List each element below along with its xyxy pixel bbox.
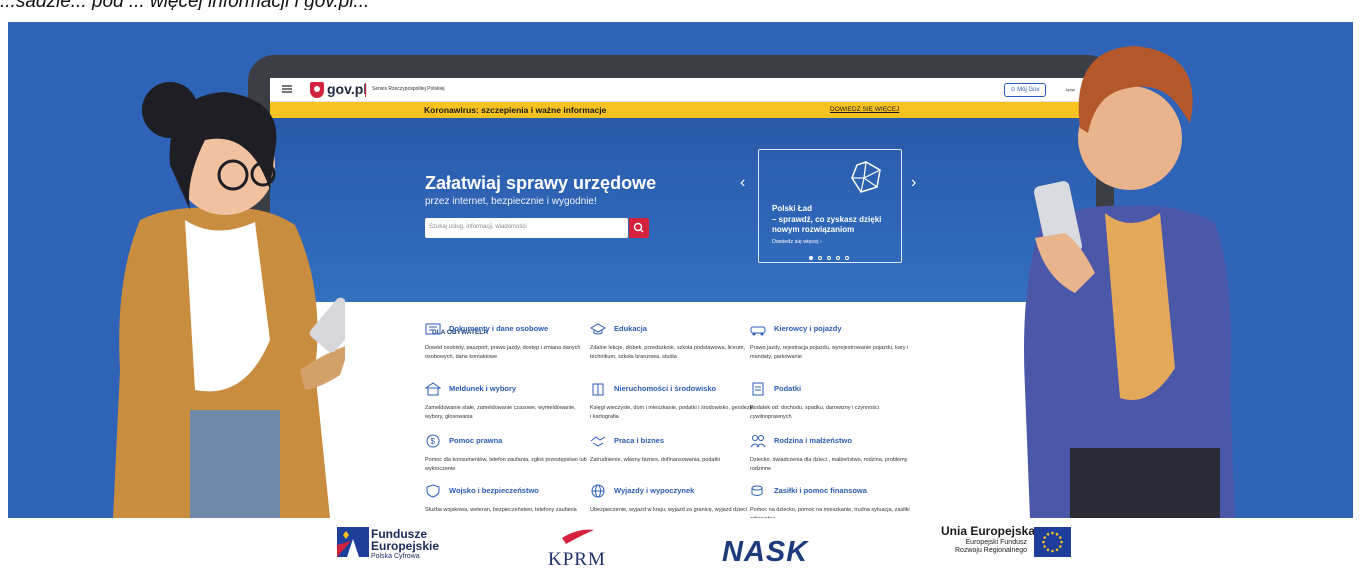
category-description: Dowód osobisty, paszport, prawo jazdy, d… [425, 345, 581, 360]
category-title[interactable]: Nieruchomości i środowisko [614, 384, 716, 393]
carousel-dot[interactable] [827, 256, 831, 260]
search-placeholder: Szukaj usług, informacji, wiadomości [429, 224, 527, 230]
category-description: Zatrudnienie, własny biznes, dofinansowa… [590, 457, 720, 463]
category-title[interactable]: Praca i biznes [614, 436, 664, 445]
category-title[interactable]: Wojsko i bezpieczeństwo [449, 486, 539, 495]
ue-subtitle: Europejski Fundusz Rozwoju Regionalnego [932, 539, 1027, 555]
footer-logos: Fundusze Europejskie Polska Cyfrowa KPRM… [0, 518, 1361, 570]
category-title[interactable]: Wyjazdy i wypoczynek [614, 486, 694, 495]
fe-title-line-2: Europejskie [371, 539, 440, 553]
carousel-dot[interactable] [809, 256, 813, 260]
promo-card[interactable]: Polski Ład – sprawdź, co zyskasz dzięki … [758, 149, 902, 263]
category-description: Księgi wieczyste, dom i mieszkanie, poda… [590, 405, 754, 420]
carousel-dot[interactable] [818, 256, 822, 260]
globe-icon [591, 484, 605, 498]
category-description: Dziecko, świadczenia dla dzieci , małżeń… [750, 457, 908, 472]
hero-subtitle: przez internet, bezpiecznie i wygodnie! [425, 196, 597, 207]
site-header: gov.pl Serwis Rzeczypospolitej Polskiej … [270, 78, 1096, 102]
category-description: Zameldowanie stałe, zameldowanie czasowe… [425, 405, 576, 420]
search-icon [633, 222, 644, 233]
category-title[interactable]: Kierowcy i pojazdy [774, 324, 842, 333]
carousel-dot[interactable] [845, 256, 849, 260]
category-description: Pomoc dla konsumentów, telefon zaufania,… [425, 457, 587, 472]
covid-banner: Koronawirus: szczepienia i ważne informa… [270, 102, 1096, 118]
fe-title: Fundusze Europejskie [371, 528, 439, 552]
kprm-logo: KPRM [548, 549, 606, 570]
document-icon [425, 323, 441, 335]
money-icon: $ [426, 434, 440, 448]
carousel-dots [809, 256, 849, 260]
category-title[interactable]: Edukacja [614, 324, 647, 333]
man-illustration [1024, 46, 1235, 518]
covid-banner-text: Koronawirus: szczepienia i ważne informa… [424, 105, 607, 115]
coins-icon [751, 485, 763, 496]
service-label: Serwis Rzeczypospolitej Polskiej [372, 86, 445, 92]
ue-subtitle-line-1: Europejski Fundusz [965, 539, 1027, 546]
carousel-next-icon[interactable]: › [911, 174, 916, 192]
govpl-homepage: gov.pl Serwis Rzeczypospolitej Polskiej … [270, 78, 1096, 518]
eu-flag-icon [1034, 527, 1071, 557]
ue-subtitle-line-2: Rozwoju Regionalnego [955, 547, 1027, 554]
search-input[interactable]: Szukaj usług, informacji, wiadomości [425, 218, 628, 238]
handshake-icon [590, 436, 606, 447]
category-description: Pomoc na dziecko, pomoc na mieszkanie, t… [750, 507, 910, 518]
category-title[interactable]: Dokumenty i dane osobowe [449, 324, 548, 333]
category-title[interactable]: Zasiłki i pomoc finansowa [774, 486, 867, 495]
receipt-icon [752, 382, 764, 396]
woman-illustration [113, 82, 345, 518]
car-icon [750, 326, 766, 336]
svg-text:$: $ [431, 437, 436, 446]
hero-section: Załatwiaj sprawy urzędowe przez internet… [270, 118, 1096, 342]
category-title[interactable]: Pomoc prawna [449, 436, 502, 445]
nask-logo: NASK [722, 536, 809, 568]
graduation-cap-icon [590, 323, 606, 335]
category-description: Prawo jazdy, rejestracja pojazdu, wyreje… [750, 345, 909, 360]
promo-description: – sprawdź, co zyskasz dzięki nowym rozwi… [772, 215, 882, 234]
category-description: Ubezpieczenie, wyjazd w kraju, wyjazd za… [590, 507, 748, 513]
covid-banner-link[interactable]: DOWIEDZ SIĘ WIĘCEJ [830, 106, 899, 113]
category-title[interactable]: Rodzina i małżeństwo [774, 436, 852, 445]
category-description: Służba wojskowa, weteran, bezpieczeństwo… [425, 507, 577, 513]
promo-title: Polski Ład [772, 204, 813, 213]
fe-subtitle: Polska Cyfrowa [371, 553, 420, 560]
category-description: Podatek od: dochodu, spadku, darowizny i… [750, 405, 880, 420]
building-icon [592, 383, 604, 396]
category-title[interactable]: Meldunek i wybory [449, 384, 516, 393]
ue-title: Unia Europejska [941, 524, 1036, 538]
header-divider [365, 83, 366, 97]
polski-lad-icon [851, 161, 881, 193]
house-icon [425, 382, 441, 396]
carousel-dot[interactable] [836, 256, 840, 260]
search-button[interactable] [629, 218, 649, 238]
fundusze-europejskie-logo-icon [337, 527, 369, 557]
category-description: Zdalne lekcje, żłobek, przedszkole, szko… [590, 345, 745, 360]
kprm-flag-icon [562, 529, 594, 544]
category-title[interactable]: Podatki [774, 384, 801, 393]
carousel-prev-icon[interactable]: ‹ [740, 174, 745, 192]
promo-link[interactable]: Dowiedz się więcej › [772, 239, 822, 245]
hero-title: Załatwiaj sprawy urzędowe [425, 173, 657, 193]
shield-icon [426, 484, 440, 498]
family-icon [750, 435, 766, 448]
